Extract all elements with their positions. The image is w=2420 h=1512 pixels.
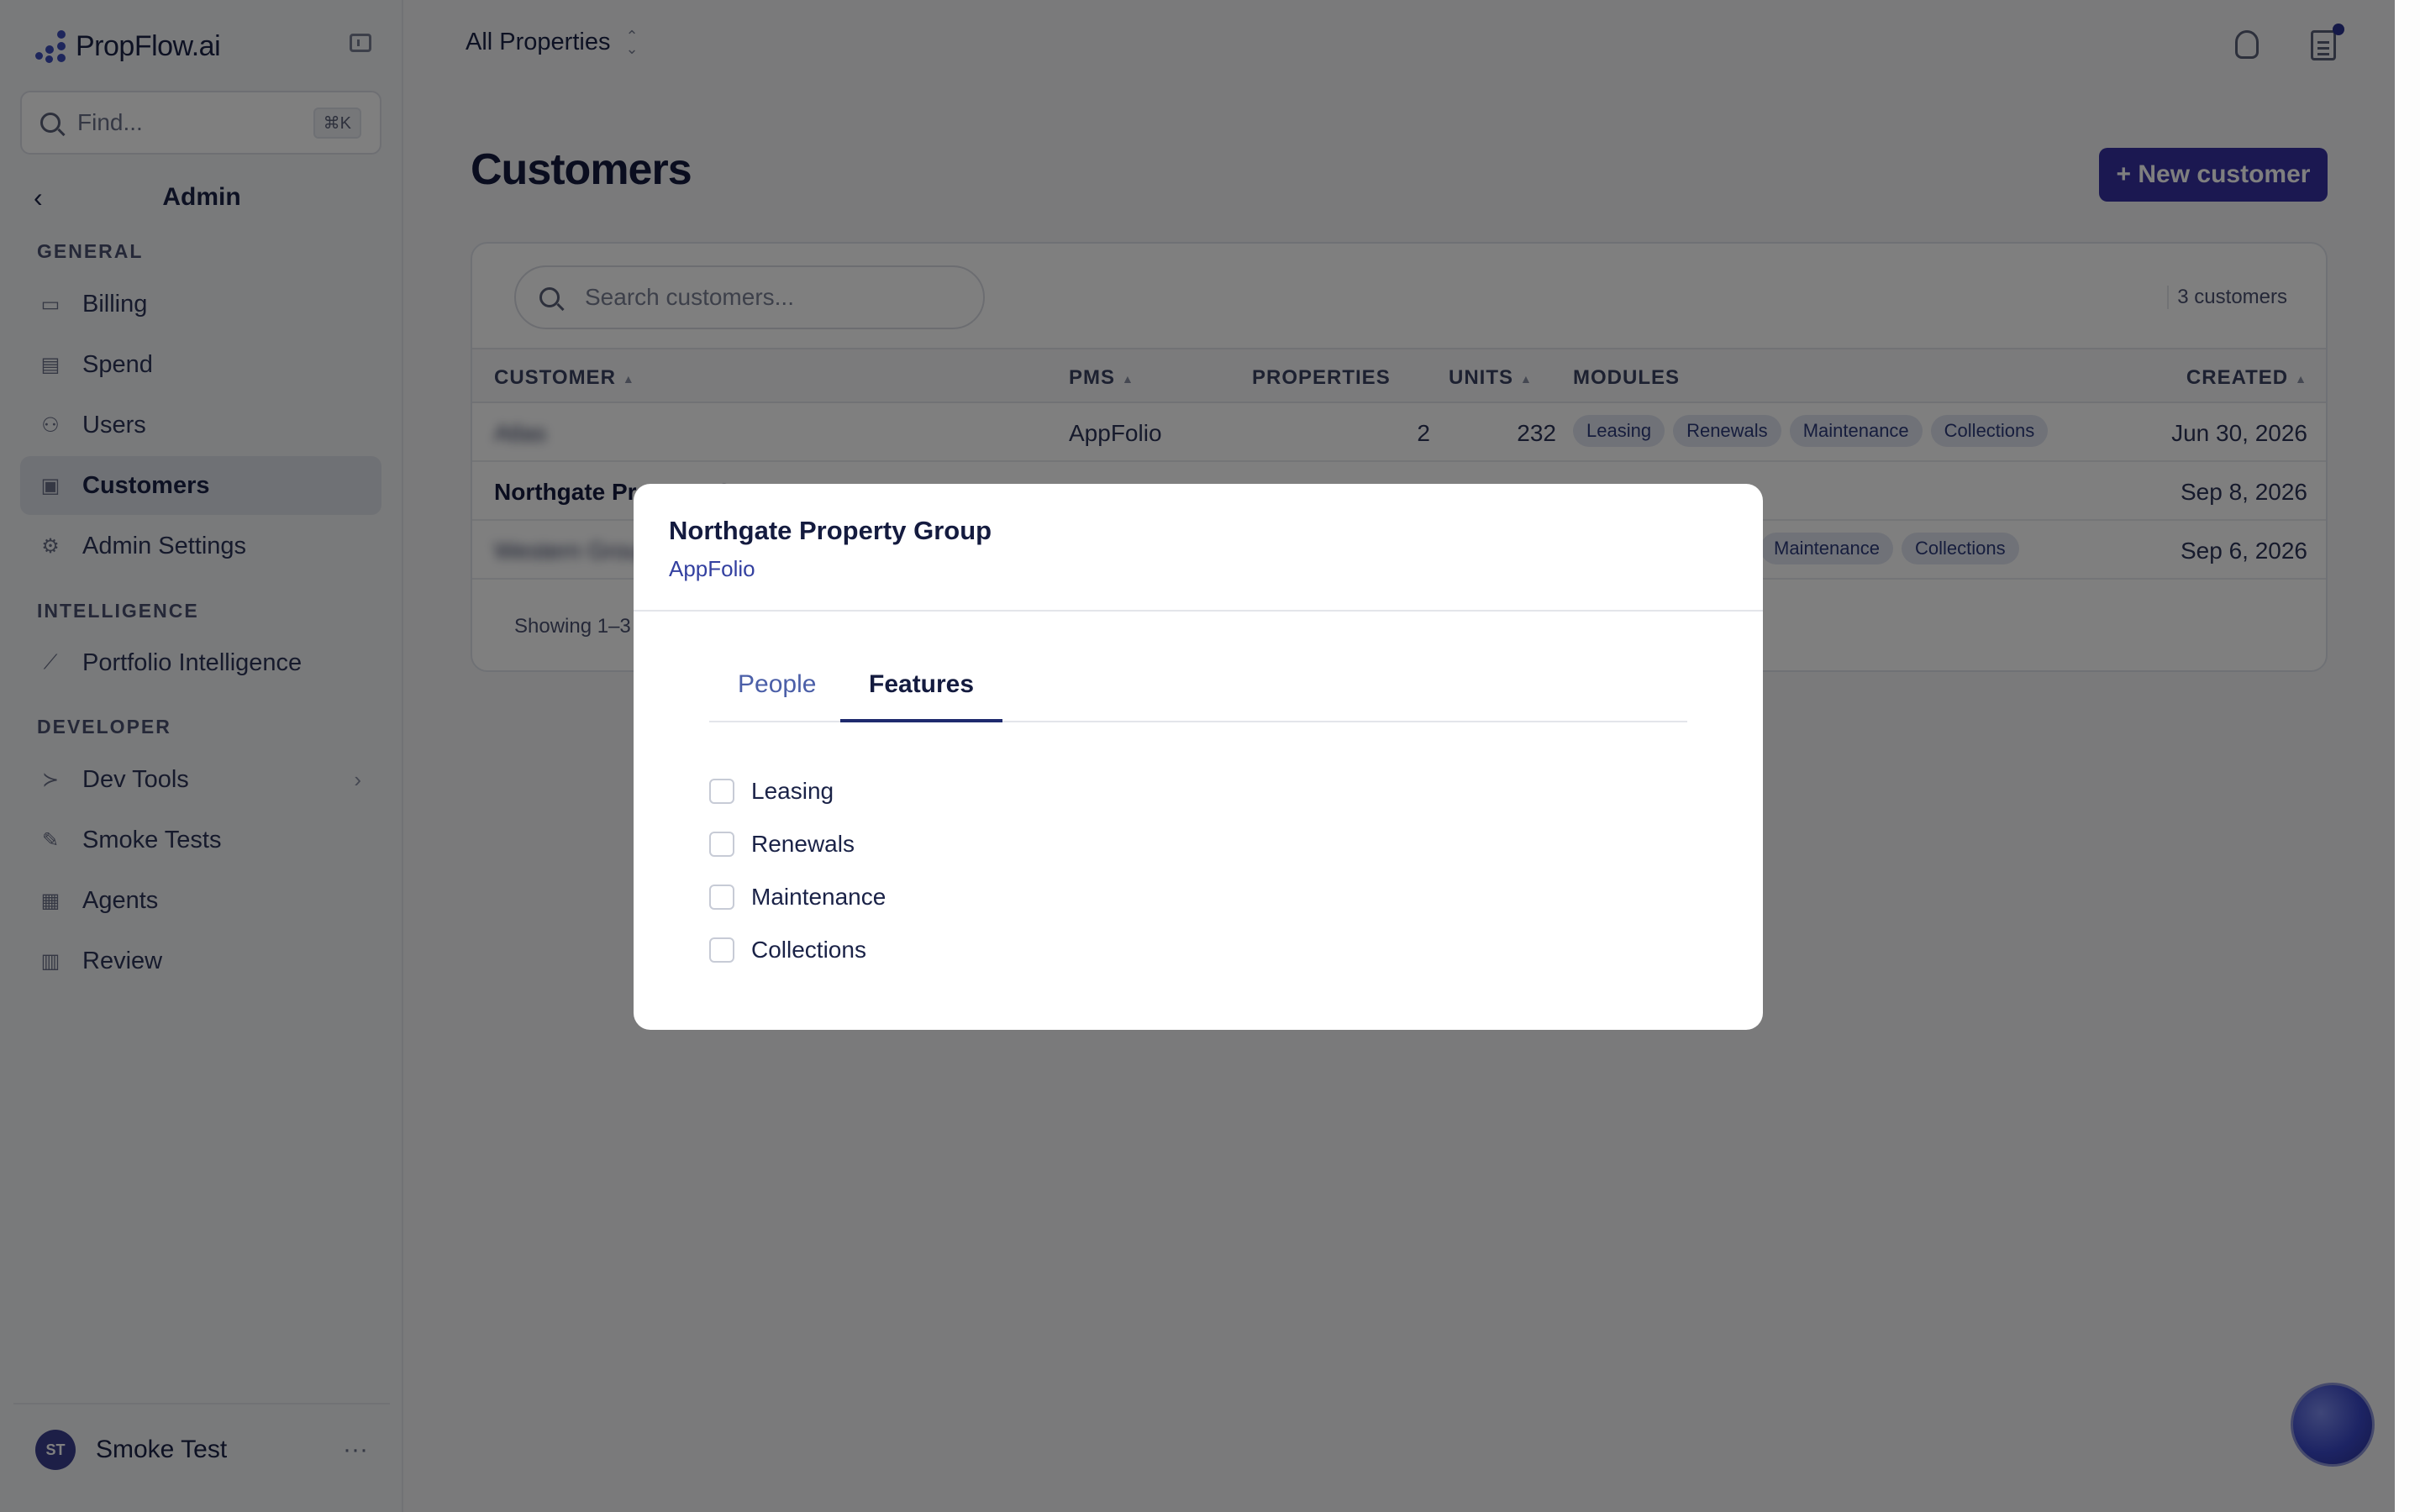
collections-checkbox[interactable] (709, 937, 734, 963)
modal-title: Northgate Property Group (669, 516, 992, 545)
feature-label: Leasing (751, 778, 834, 804)
feature-collections[interactable]: Collections (709, 933, 866, 967)
feature-label: Renewals (751, 831, 855, 857)
renewals-checkbox[interactable] (709, 832, 734, 857)
tab-features[interactable]: Features (840, 670, 1003, 722)
feature-label: Maintenance (751, 884, 886, 910)
maintenance-checkbox[interactable] (709, 885, 734, 910)
modal-tabs: People Features (709, 670, 1687, 722)
customer-modal: Northgate Property Group AppFolio People… (634, 484, 1763, 1030)
modal-subtitle: AppFolio (669, 556, 755, 581)
feature-leasing[interactable]: Leasing (709, 774, 834, 808)
feature-renewals[interactable]: Renewals (709, 827, 855, 861)
leasing-checkbox[interactable] (709, 779, 734, 804)
feature-maintenance[interactable]: Maintenance (709, 880, 886, 914)
scrollbar[interactable] (2395, 0, 2420, 1512)
feature-label: Collections (751, 937, 866, 963)
modal-divider (634, 610, 1763, 612)
tab-people[interactable]: People (709, 670, 844, 722)
